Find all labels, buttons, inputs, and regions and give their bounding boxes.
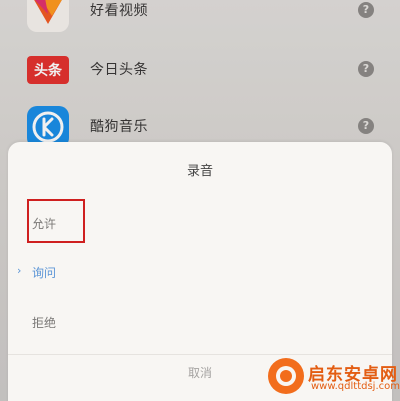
highlight-box (27, 199, 85, 243)
option-ask[interactable]: 询问 (32, 264, 56, 281)
option-deny[interactable]: 拒绝 (32, 314, 56, 331)
watermark-url: www.qdlttdsj.com (311, 381, 400, 392)
watermark-logo-icon (268, 358, 304, 394)
dialog-title: 录音 (186, 164, 213, 179)
chevron-right-icon: › (17, 264, 22, 277)
screen: 好看视频 ? 头条 今日头条 ? 酷狗音乐 ? 录音 允许 › 询问 拒绝 取消 (0, 0, 400, 401)
watermark: 启东安卓网 www.qdlttdsj.com (268, 352, 400, 397)
